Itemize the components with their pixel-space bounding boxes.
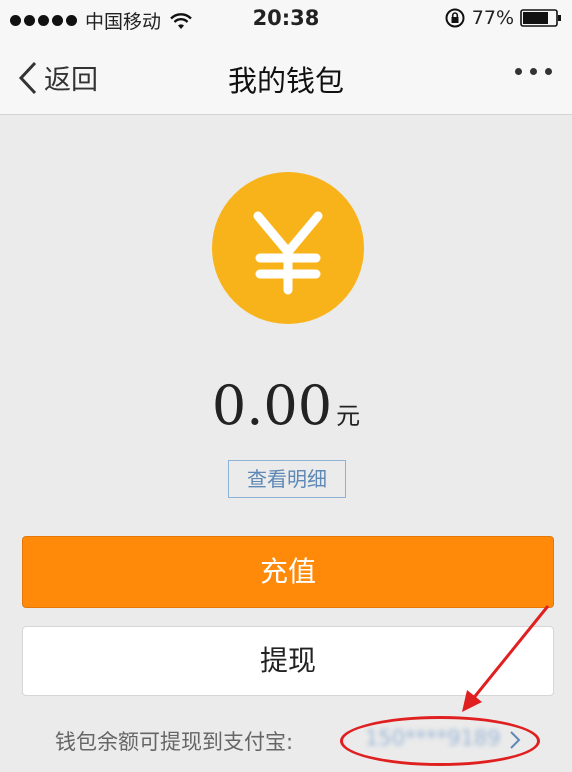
page-title: 我的钱包 [227, 64, 344, 98]
battery-percent: 77% [471, 7, 514, 29]
yuan-icon [212, 172, 364, 324]
view-details-button[interactable]: 查看明细 [228, 460, 346, 498]
recharge-button[interactable]: 充值 [22, 536, 554, 608]
balance-amount: 0.00 [211, 374, 333, 437]
annotation-ellipse [340, 716, 540, 766]
withdraw-info-text: 钱包余额可提现到支付宝: [55, 730, 294, 754]
status-right: 77% [444, 7, 562, 29]
status-bar: 中国移动 20:38 77% [0, 0, 572, 38]
nav-bar: 返回 我的钱包 [0, 38, 572, 115]
balance: 0.00 元 [0, 374, 572, 437]
balance-unit: 元 [336, 402, 361, 430]
more-icon[interactable] [515, 68, 552, 75]
battery-icon [520, 9, 561, 27]
rotation-lock-icon [445, 8, 465, 28]
withdraw-button[interactable]: 提现 [22, 626, 554, 696]
